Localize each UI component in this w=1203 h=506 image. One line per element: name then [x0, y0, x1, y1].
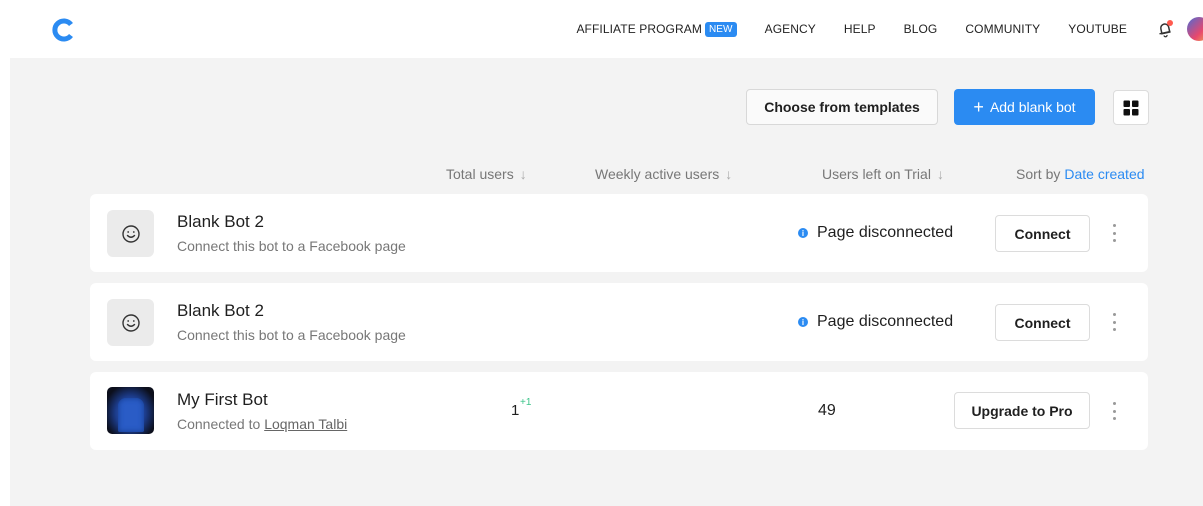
sort-by-control: Sort by Date created [1016, 166, 1145, 182]
user-avatar[interactable] [1187, 17, 1203, 41]
connect-button[interactable]: Connect [995, 215, 1090, 252]
bot-subtitle: Connect this bot to a Facebook page [177, 238, 406, 254]
bot-subtitle-prefix: Connected to [177, 416, 261, 432]
notification-dot [1167, 20, 1173, 26]
total-users-value: 1 [511, 402, 520, 419]
nav-blog[interactable]: BLOG [904, 22, 938, 36]
bot-row[interactable]: My First Bot Connected to Loqman Talbi 1… [90, 372, 1148, 450]
info-icon: i [798, 228, 808, 238]
column-users-left-trial[interactable]: Users left on Trial ↓ [822, 166, 944, 182]
kebab-menu-icon[interactable] [1106, 399, 1122, 423]
add-blank-bot-label: Add blank bot [989, 99, 1076, 115]
new-badge: NEW [704, 21, 737, 37]
column-total-users-label: Total users [446, 166, 514, 182]
top-navigation: AFFILIATE PROGRAM NEW AGENCY HELP BLOG C… [0, 0, 1203, 58]
status-badge: i Page disconnected [798, 224, 953, 242]
grid-view-icon [1123, 100, 1139, 115]
sort-arrow-icon: ↓ [519, 166, 527, 182]
bot-name[interactable]: Blank Bot 2 [177, 212, 264, 232]
nav-agency[interactable]: AGENCY [765, 22, 816, 36]
choose-from-templates-button[interactable]: Choose from templates [746, 89, 938, 125]
bot-name[interactable]: Blank Bot 2 [177, 301, 264, 321]
bot-row[interactable]: Blank Bot 2 Connect this bot to a Facebo… [90, 194, 1148, 272]
column-weekly-active-label: Weekly active users [595, 166, 720, 182]
bot-avatar-figure [118, 398, 144, 432]
bot-subtitle: Connect this bot to a Facebook page [177, 327, 406, 343]
connected-page-link[interactable]: Loqman Talbi [264, 416, 347, 432]
smiley-icon [107, 210, 154, 257]
add-blank-bot-button[interactable]: + Add blank bot [954, 89, 1095, 125]
bell-icon[interactable] [1155, 19, 1175, 39]
sort-arrow-icon: ↓ [725, 166, 733, 182]
nav-help[interactable]: HELP [844, 22, 876, 36]
status-text: Page disconnected [817, 313, 954, 330]
status-text: Page disconnected [817, 224, 954, 241]
plus-icon: + [973, 97, 984, 117]
bots-dashboard: Choose from templates + Add blank bot To… [10, 58, 1203, 506]
grid-view-button[interactable] [1113, 90, 1149, 125]
column-weekly-active-users[interactable]: Weekly active users ↓ [595, 166, 732, 182]
bot-name[interactable]: My First Bot [177, 390, 268, 410]
chatfuel-logo-icon[interactable] [50, 17, 76, 43]
connect-button[interactable]: Connect [995, 304, 1090, 341]
kebab-menu-icon[interactable] [1106, 310, 1122, 334]
bot-subtitle: Connected to Loqman Talbi [177, 416, 347, 432]
column-users-left-trial-label: Users left on Trial [822, 166, 931, 182]
nav-menu: AFFILIATE PROGRAM NEW AGENCY HELP BLOG C… [576, 0, 1203, 58]
nav-affiliate-label: AFFILIATE PROGRAM [576, 22, 702, 36]
status-badge: i Page disconnected [798, 313, 953, 331]
smiley-icon [107, 299, 154, 346]
sort-arrow-icon: ↓ [936, 166, 944, 182]
bot-avatar-image [107, 387, 154, 434]
upgrade-to-pro-button[interactable]: Upgrade to Pro [954, 392, 1090, 429]
total-users-delta: +1 [520, 397, 532, 408]
kebab-menu-icon[interactable] [1106, 221, 1122, 245]
info-icon: i [798, 317, 808, 327]
users-left-trial-value: 49 [818, 402, 836, 419]
nav-youtube[interactable]: YOUTUBE [1068, 22, 1127, 36]
bot-row[interactable]: Blank Bot 2 Connect this bot to a Facebo… [90, 283, 1148, 361]
nav-community[interactable]: COMMUNITY [965, 22, 1040, 36]
sort-by-value[interactable]: Date created [1064, 166, 1144, 182]
column-total-users[interactable]: Total users ↓ [446, 166, 527, 182]
sort-by-label: Sort by [1016, 166, 1061, 182]
nav-affiliate-program[interactable]: AFFILIATE PROGRAM NEW [576, 21, 737, 37]
